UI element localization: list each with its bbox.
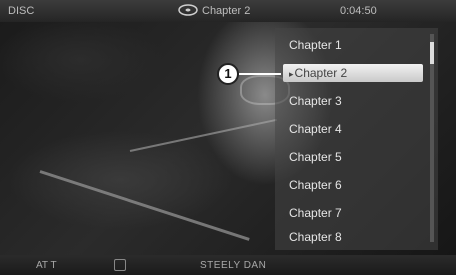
chapter-list-scrollbar[interactable] — [430, 34, 434, 242]
source-label: DISC — [8, 5, 35, 17]
chapter-list-item[interactable]: Chapter 5 — [283, 148, 423, 166]
chapter-list-item[interactable]: Chapter 4 — [283, 120, 423, 138]
chapter-label: Chapter 1 — [289, 38, 342, 52]
chapter-list-item[interactable]: ▸Chapter 2 — [283, 64, 423, 82]
video-detail — [129, 118, 277, 152]
dvd-disc-icon — [178, 4, 198, 16]
chapter-list-item[interactable]: Chapter 3 — [283, 92, 423, 110]
selection-arrow-icon: ▸ — [289, 69, 294, 79]
info-icon — [114, 259, 126, 271]
chapter-list-item[interactable]: Chapter 7 — [283, 204, 423, 222]
chapter-label: Chapter 2 — [294, 66, 348, 80]
top-status-bar: DISC Chapter 2 0:04:50 — [0, 0, 456, 22]
callout-marker: 1 — [217, 63, 239, 85]
chapter-label: Chapter 4 — [289, 122, 342, 136]
video-detail — [39, 170, 250, 241]
chapter-label: Chapter 6 — [289, 178, 342, 192]
current-chapter: Chapter 2 — [202, 5, 251, 17]
chapter-list-item[interactable]: Chapter 8 — [283, 228, 423, 246]
audio-track-label: AT T — [36, 260, 57, 271]
chapter-label: Chapter 5 — [289, 150, 342, 164]
scrollbar-thumb[interactable] — [430, 42, 434, 64]
chapter-label: Chapter 3 — [289, 94, 342, 108]
artist-name: STEELY DAN — [200, 260, 267, 271]
chapter-label: Chapter 7 — [289, 206, 342, 220]
dvd-player-screen: DISC Chapter 2 0:04:50 Chapter 1 ▸Chapter… — [0, 0, 456, 275]
chapter-list-item[interactable]: Chapter 6 — [283, 176, 423, 194]
dvd-mode-indicator — [178, 4, 198, 16]
playback-time: 0:04:50 — [340, 5, 377, 17]
chapter-list-panel: Chapter 1 ▸Chapter 2 Chapter 3 Chapter 4 Cha… — [275, 28, 438, 250]
chapter-list-item[interactable]: Chapter 1 — [283, 36, 423, 54]
bottom-status-bar: AT T STEELY DAN — [0, 255, 456, 275]
chapter-label: Chapter 8 — [289, 230, 342, 244]
callout-leader-line — [239, 73, 281, 75]
